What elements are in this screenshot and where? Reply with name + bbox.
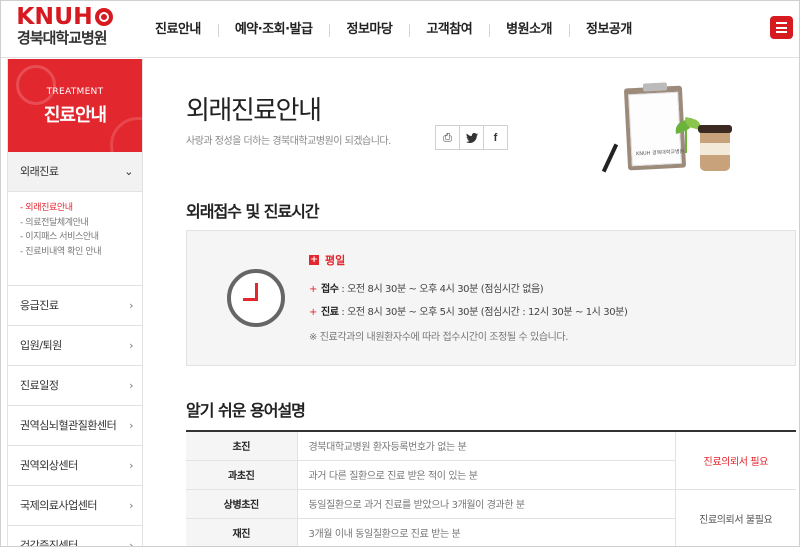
submenu-item-easypass[interactable]: - 이지패스 서비스안내 <box>20 230 142 245</box>
logo-korean-name: 경북대학교병원 <box>17 29 108 47</box>
sidebar-item-label: 진료일정 <box>20 379 59 392</box>
term-cell: 재진 <box>186 518 298 546</box>
sidebar: TREATMENT 진료안내 외래진료 ⌄ - 외래진료안내 - 의료전달체계안… <box>7 59 143 547</box>
page-subtitle: 사랑과 정성을 더하는 경북대학교병원이 되겠습니다. <box>186 136 391 147</box>
print-button[interactable]: ⎙ <box>435 125 460 150</box>
sidebar-header: TREATMENT 진료안내 <box>8 59 142 152</box>
twitter-icon <box>465 132 478 143</box>
global-nav: 진료안내 예약·조회·발급 정보마당 고객참여 병원소개 정보공개 <box>138 1 649 58</box>
treatment-label: 진료 <box>320 307 339 318</box>
header-illustration: KNUH 경북대학교병원 <box>588 81 738 173</box>
chevron-right-icon: › <box>129 459 133 472</box>
term-cell: 과초진 <box>186 460 298 490</box>
sidebar-item-label: 건강증진센터 <box>20 539 78 547</box>
chevron-right-icon: › <box>129 499 133 512</box>
submenu-item-bill-check[interactable]: - 진료비내역 확인 안내 <box>20 245 142 260</box>
sidebar-item-label: 응급진료 <box>20 299 59 312</box>
chevron-right-icon: › <box>129 339 133 352</box>
nav-item-treatment[interactable]: 진료안내 <box>138 22 218 38</box>
hours-box: + 평일 + 접수 : 오전 8시 30분 ~ 오후 4시 30분 (점심시간 없… <box>186 230 796 366</box>
section-title-hours: 외래접수 및 진료시간 <box>186 202 320 221</box>
sidebar-item-label: 국제의료사업센터 <box>20 499 97 512</box>
sidebar-item-international[interactable]: 국제의료사업센터 › <box>8 486 142 526</box>
nav-item-participation[interactable]: 고객참여 <box>409 22 489 38</box>
clock-hand-minute <box>243 298 258 301</box>
weekday-label: 평일 <box>325 254 346 267</box>
weekday-heading: + 평일 <box>309 252 345 268</box>
table-row: 초진 경북대학교병원 환자등록번호가 없는 분 진료의뢰서 필요 <box>186 431 796 490</box>
sidebar-item-health-center[interactable]: 건강증진센터 › <box>8 526 142 547</box>
term-cell: 상병초진 <box>186 489 298 519</box>
hamburger-icon-bar <box>776 31 787 33</box>
hours-note: ※ 진료각과의 내원환자수에 따라 접수시간이 조정될 수 있습니다. <box>309 332 569 343</box>
sidebar-item-label: 권역심뇌혈관질환센터 <box>20 419 117 432</box>
clipboard-clip <box>642 82 668 92</box>
sidebar-item-label: 권역외상센터 <box>20 459 78 472</box>
table-row: 상병초진 동일질환으로 과거 진료를 받았으나 3개월이 경과한 분 진료의뢰서… <box>186 489 796 546</box>
reception-label: 접수 <box>320 284 339 295</box>
submenu-item-referral-system[interactable]: - 의료전달체계안내 <box>20 216 142 231</box>
plant-stem <box>685 127 687 153</box>
coffee-cup-lid <box>698 125 732 133</box>
nav-item-information[interactable]: 정보마당 <box>329 22 409 38</box>
desc-cell: 과거 다른 질환으로 진료 받은 적이 있는 분 <box>297 460 675 490</box>
sidebar-item-outpatient[interactable]: 외래진료 ⌄ <box>8 152 142 192</box>
plus-box-icon: + <box>309 255 319 265</box>
sidebar-submenu: - 외래진료안내 - 의료전달체계안내 - 이지패스 서비스안내 - 진료비내역… <box>8 192 142 286</box>
share-buttons: ⎙ f <box>435 125 508 150</box>
sidebar-item-admission[interactable]: 입원/퇴원 › <box>8 326 142 366</box>
sidebar-menu: 외래진료 ⌄ - 외래진료안내 - 의료전달체계안내 - 이지패스 서비스안내 … <box>8 152 142 547</box>
hamburger-icon <box>776 22 787 24</box>
hamburger-icon-bar <box>776 26 787 29</box>
plus-icon: + <box>309 307 317 318</box>
sidebar-item-trauma-center[interactable]: 권역외상센터 › <box>8 446 142 486</box>
pen-image <box>601 143 619 173</box>
reception-hours: + 접수 : 오전 8시 30분 ~ 오후 4시 30분 (점심시간 없음) <box>309 280 544 295</box>
chevron-down-icon: ⌄ <box>124 165 133 178</box>
desc-cell: 동일질환으로 과거 진료를 받았으나 3개월이 경과한 분 <box>297 489 675 519</box>
desc-cell: 경북대학교병원 환자등록번호가 없는 분 <box>297 431 675 461</box>
clock-icon <box>227 269 285 327</box>
page-frame: KNUH 경북대학교병원 진료안내 예약·조회·발급 정보마당 고객참여 병원소… <box>0 0 800 547</box>
sidebar-item-schedule[interactable]: 진료일정 › <box>8 366 142 406</box>
note-cell-referral-required: 진료의뢰서 필요 <box>674 431 796 490</box>
logo-wordmark: KNUH <box>16 4 93 30</box>
facebook-share-button[interactable]: f <box>483 125 508 150</box>
desc-cell: 3개월 이내 동일질환으로 진료 받는 분 <box>297 518 675 546</box>
submenu-item-outpatient-guide[interactable]: - 외래진료안내 <box>20 201 142 216</box>
nav-item-reservation[interactable]: 예약·조회·발급 <box>217 22 330 38</box>
nav-item-disclosure[interactable]: 정보공개 <box>569 22 649 38</box>
site-logo[interactable]: KNUH 경북대학교병원 <box>16 4 133 50</box>
sidebar-item-cardio-center[interactable]: 권역심뇌혈관질환센터 › <box>8 406 142 446</box>
sidebar-item-label: 입원/퇴원 <box>20 339 62 352</box>
treatment-hours: + 진료 : 오전 8시 30분 ~ 오후 5시 30분 (점심시간 : 12시 … <box>309 303 628 318</box>
facebook-icon: f <box>493 131 498 144</box>
reception-text: : 오전 8시 30분 ~ 오후 4시 30분 (점심시간 없음) <box>338 284 544 295</box>
chevron-right-icon: › <box>129 379 133 392</box>
page-title: 외래진료안내 <box>186 96 322 126</box>
coffee-cup-band <box>700 143 730 155</box>
treatment-text: : 오전 8시 30분 ~ 오후 5시 30분 (점심시간 : 12시 30분 … <box>338 307 628 318</box>
hamburger-menu-button[interactable] <box>770 16 793 39</box>
chevron-right-icon: › <box>129 419 133 432</box>
sidebar-eng-title: TREATMENT <box>46 87 104 97</box>
chevron-right-icon: › <box>129 299 133 312</box>
terms-table: 초진 경북대학교병원 환자등록번호가 없는 분 진료의뢰서 필요 과초진 과거 … <box>186 430 796 546</box>
site-header: KNUH 경북대학교병원 진료안내 예약·조회·발급 정보마당 고객참여 병원소… <box>1 1 799 58</box>
sidebar-item-emergency[interactable]: 응급진료 › <box>8 286 142 326</box>
term-cell: 초진 <box>186 431 298 461</box>
twitter-share-button[interactable] <box>459 125 484 150</box>
note-cell-referral-not-required: 진료의뢰서 불필요 <box>674 489 796 546</box>
decorative-ring <box>16 65 56 105</box>
nav-item-about[interactable]: 병원소개 <box>489 22 569 38</box>
sidebar-item-label: 외래진료 <box>20 165 59 178</box>
logo-emblem-icon <box>95 8 113 26</box>
section-title-terms: 알기 쉬운 용어설명 <box>186 401 306 420</box>
plus-icon: + <box>309 284 317 295</box>
chevron-right-icon: › <box>129 539 133 547</box>
main-content: 외래진료안내 사랑과 정성을 더하는 경북대학교병원이 되겠습니다. ⎙ f K… <box>143 59 799 546</box>
printer-icon: ⎙ <box>443 130 452 144</box>
sidebar-title: 진료안내 <box>43 105 107 126</box>
